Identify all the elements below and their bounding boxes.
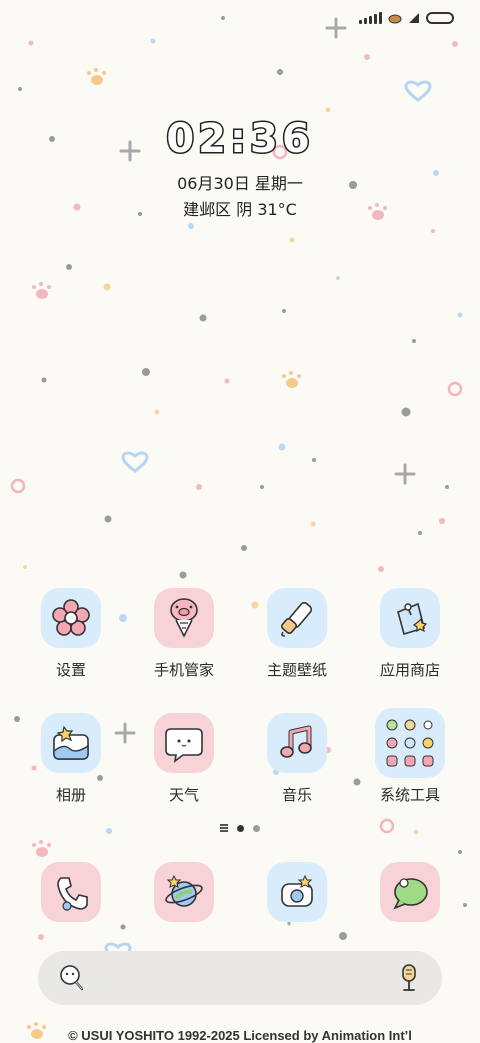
clock-time[interactable]: 02:36 bbox=[0, 115, 480, 164]
app-label: 设置 bbox=[55, 661, 86, 679]
app-label: 应用商店 bbox=[379, 661, 440, 679]
search-face-icon[interactable] bbox=[58, 963, 86, 997]
app-label: 系统工具 bbox=[379, 786, 440, 804]
dock-messages[interactable] bbox=[360, 862, 460, 922]
planet-browser-icon bbox=[154, 862, 214, 922]
weather-label[interactable]: 建邺区 阴 31°C bbox=[0, 196, 480, 220]
speech-bubble-face-icon bbox=[154, 713, 214, 773]
dock-phone[interactable] bbox=[21, 862, 121, 922]
app-settings[interactable]: 设置 bbox=[21, 588, 121, 679]
music-note-icon bbox=[267, 713, 327, 773]
camera-icon bbox=[267, 862, 327, 922]
status-bar bbox=[359, 12, 454, 24]
app-app-store[interactable]: 应用商店 bbox=[360, 588, 460, 679]
app-phone-manager[interactable]: 手机管家 bbox=[134, 588, 234, 679]
gift-bag-icon bbox=[380, 588, 440, 648]
phone-icon bbox=[41, 862, 101, 922]
battery-icon bbox=[426, 12, 454, 24]
app-label: 音乐 bbox=[281, 786, 312, 804]
message-bubble-icon bbox=[380, 862, 440, 922]
search-bar[interactable] bbox=[38, 951, 442, 1005]
paintbrush-icon bbox=[267, 588, 327, 648]
page-dot[interactable] bbox=[253, 824, 260, 832]
dock-camera[interactable] bbox=[247, 862, 347, 922]
app-gallery[interactable]: 相册 bbox=[21, 713, 121, 804]
app-label: 相册 bbox=[55, 786, 86, 804]
pig-balloon-icon bbox=[154, 588, 214, 648]
page-indicator[interactable] bbox=[0, 824, 480, 832]
page-list-icon[interactable] bbox=[220, 824, 228, 832]
date-label: 06月30日 星期一 bbox=[177, 174, 303, 193]
dock-browser[interactable] bbox=[134, 862, 234, 922]
photo-album-icon bbox=[41, 713, 101, 773]
copyright-text: © USUI YOSHITO 1992-2025 Licensed by Ani… bbox=[68, 1028, 412, 1043]
app-label: 天气 bbox=[168, 786, 199, 804]
signal-icon bbox=[359, 12, 382, 24]
app-music[interactable]: 音乐 bbox=[247, 713, 347, 804]
wifi-icon bbox=[409, 13, 419, 23]
flower-icon bbox=[41, 588, 101, 648]
app-label: 手机管家 bbox=[153, 661, 214, 679]
folder-system-tools[interactable]: 系统工具 bbox=[355, 708, 465, 804]
app-weather[interactable]: 天气 bbox=[134, 713, 234, 804]
app-label: 主题壁纸 bbox=[266, 661, 327, 679]
microphone-icon[interactable] bbox=[398, 963, 420, 997]
page-dot-active[interactable] bbox=[237, 824, 244, 832]
app-themes[interactable]: 主题壁纸 bbox=[247, 588, 347, 679]
folder-grid-icon bbox=[375, 708, 445, 778]
carrier-icon bbox=[388, 14, 402, 24]
